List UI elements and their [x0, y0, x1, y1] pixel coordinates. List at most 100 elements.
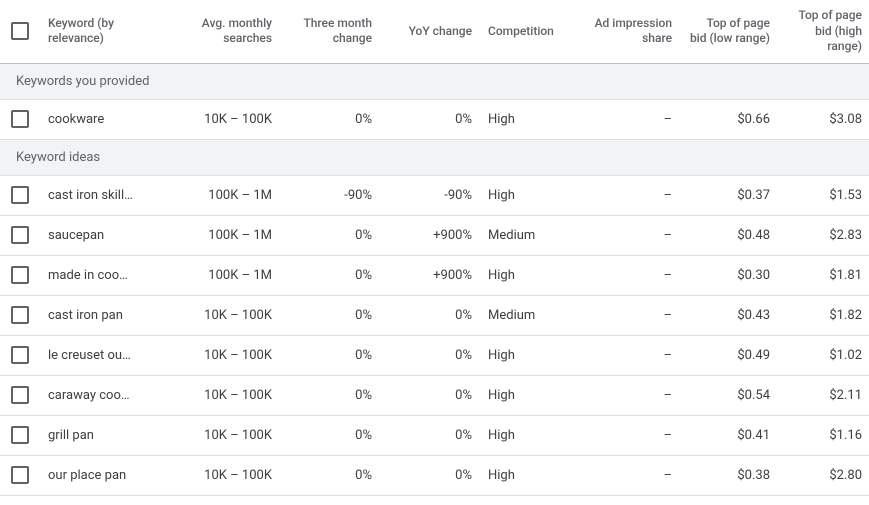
- cell-searches: 10K – 100K: [150, 428, 280, 443]
- cell-yoy: 0%: [380, 468, 480, 483]
- cell-impression-share: –: [580, 308, 680, 323]
- cell-three-month: 0%: [280, 112, 380, 127]
- cell-impression-share: –: [580, 268, 680, 283]
- row-checkbox[interactable]: [11, 466, 29, 484]
- table-row[interactable]: grill pan10K – 100K0%0%High–$0.41$1.16: [0, 416, 869, 456]
- table-row[interactable]: le creuset ou…10K – 100K0%0%High–$0.49$1…: [0, 336, 869, 376]
- cell-bid-high: $1.16: [778, 428, 869, 443]
- row-checkbox-cell: [0, 266, 40, 284]
- cell-impression-share: –: [580, 388, 680, 403]
- keyword-table: Keyword (by relevance) Avg. monthly sear…: [0, 0, 869, 496]
- col-searches[interactable]: Avg. monthly searches: [150, 8, 280, 55]
- col-bid-low[interactable]: Top of page bid (low range): [680, 8, 778, 55]
- cell-bid-low: $0.30: [680, 268, 778, 283]
- cell-three-month: 0%: [280, 468, 380, 483]
- cell-impression-share: –: [580, 112, 680, 127]
- cell-yoy: 0%: [380, 112, 480, 127]
- select-all-checkbox[interactable]: [11, 22, 29, 40]
- cell-bid-high: $2.11: [778, 388, 869, 403]
- cell-impression-share: –: [580, 428, 680, 443]
- cell-yoy: -90%: [380, 188, 480, 203]
- cell-keyword: caraway coo…: [40, 388, 150, 403]
- cell-impression-share: –: [580, 348, 680, 363]
- cell-searches: 10K – 100K: [150, 308, 280, 323]
- row-checkbox-cell: [0, 186, 40, 204]
- row-checkbox-cell: [0, 306, 40, 324]
- row-checkbox[interactable]: [11, 186, 29, 204]
- cell-three-month: 0%: [280, 228, 380, 243]
- table-row[interactable]: cast iron skill…100K – 1M-90%-90%High–$0…: [0, 176, 869, 216]
- cell-keyword: cookware: [40, 112, 150, 127]
- row-checkbox-cell: [0, 426, 40, 444]
- cell-competition: High: [480, 428, 580, 443]
- cell-bid-high: $1.81: [778, 268, 869, 283]
- cell-bid-high: $2.83: [778, 228, 869, 243]
- col-competition[interactable]: Competition: [480, 16, 580, 48]
- row-checkbox[interactable]: [11, 386, 29, 404]
- col-keyword[interactable]: Keyword (by relevance): [40, 8, 150, 55]
- section-header: Keyword ideas: [0, 140, 869, 176]
- cell-competition: High: [480, 112, 580, 127]
- cell-bid-high: $3.08: [778, 112, 869, 127]
- col-three-month[interactable]: Three month change: [280, 8, 380, 55]
- table-row[interactable]: saucepan100K – 1M0%+900%Medium–$0.48$2.8…: [0, 216, 869, 256]
- col-impression-share[interactable]: Ad impression share: [580, 8, 680, 55]
- col-yoy[interactable]: YoY change: [380, 16, 480, 48]
- cell-yoy: +900%: [380, 268, 480, 283]
- table-row[interactable]: cast iron pan10K – 100K0%0%Medium–$0.43$…: [0, 296, 869, 336]
- table-row[interactable]: our place pan10K – 100K0%0%High–$0.38$2.…: [0, 456, 869, 496]
- row-checkbox[interactable]: [11, 426, 29, 444]
- table-row[interactable]: cookware10K – 100K0%0%High–$0.66$3.08: [0, 100, 869, 140]
- cell-bid-low: $0.43: [680, 308, 778, 323]
- table-header: Keyword (by relevance) Avg. monthly sear…: [0, 0, 869, 64]
- table-body: Keywords you providedcookware10K – 100K0…: [0, 64, 869, 496]
- cell-three-month: 0%: [280, 388, 380, 403]
- cell-competition: High: [480, 268, 580, 283]
- cell-searches: 100K – 1M: [150, 188, 280, 203]
- cell-three-month: -90%: [280, 188, 380, 203]
- cell-yoy: 0%: [380, 388, 480, 403]
- cell-searches: 10K – 100K: [150, 348, 280, 363]
- row-checkbox-cell: [0, 386, 40, 404]
- row-checkbox[interactable]: [11, 266, 29, 284]
- cell-impression-share: –: [580, 228, 680, 243]
- section-title: Keywords you provided: [16, 74, 149, 89]
- cell-yoy: 0%: [380, 308, 480, 323]
- row-checkbox-cell: [0, 466, 40, 484]
- section-header: Keywords you provided: [0, 64, 869, 100]
- cell-bid-low: $0.66: [680, 112, 778, 127]
- cell-keyword: grill pan: [40, 428, 150, 443]
- cell-searches: 10K – 100K: [150, 468, 280, 483]
- row-checkbox[interactable]: [11, 306, 29, 324]
- table-row[interactable]: caraway coo…10K – 100K0%0%High–$0.54$2.1…: [0, 376, 869, 416]
- cell-bid-high: $1.02: [778, 348, 869, 363]
- cell-bid-low: $0.48: [680, 228, 778, 243]
- row-checkbox-cell: [0, 110, 40, 128]
- cell-searches: 10K – 100K: [150, 112, 280, 127]
- cell-keyword: our place pan: [40, 468, 150, 483]
- cell-bid-high: $1.53: [778, 188, 869, 203]
- cell-competition: High: [480, 388, 580, 403]
- select-all-cell: [0, 22, 40, 40]
- cell-searches: 100K – 1M: [150, 268, 280, 283]
- col-bid-high[interactable]: Top of page bid (high range): [778, 0, 869, 63]
- cell-keyword: saucepan: [40, 228, 150, 243]
- row-checkbox-cell: [0, 226, 40, 244]
- section-title: Keyword ideas: [16, 150, 100, 165]
- cell-competition: High: [480, 348, 580, 363]
- cell-keyword: cast iron skill…: [40, 188, 150, 203]
- cell-bid-low: $0.54: [680, 388, 778, 403]
- cell-keyword: made in coo…: [40, 268, 150, 283]
- table-row[interactable]: made in coo…100K – 1M0%+900%High–$0.30$1…: [0, 256, 869, 296]
- row-checkbox-cell: [0, 346, 40, 364]
- cell-searches: 10K – 100K: [150, 388, 280, 403]
- cell-three-month: 0%: [280, 308, 380, 323]
- cell-competition: High: [480, 468, 580, 483]
- row-checkbox[interactable]: [11, 346, 29, 364]
- row-checkbox[interactable]: [11, 110, 29, 128]
- cell-three-month: 0%: [280, 268, 380, 283]
- cell-bid-high: $1.82: [778, 308, 869, 323]
- cell-yoy: +900%: [380, 228, 480, 243]
- cell-bid-low: $0.37: [680, 188, 778, 203]
- row-checkbox[interactable]: [11, 226, 29, 244]
